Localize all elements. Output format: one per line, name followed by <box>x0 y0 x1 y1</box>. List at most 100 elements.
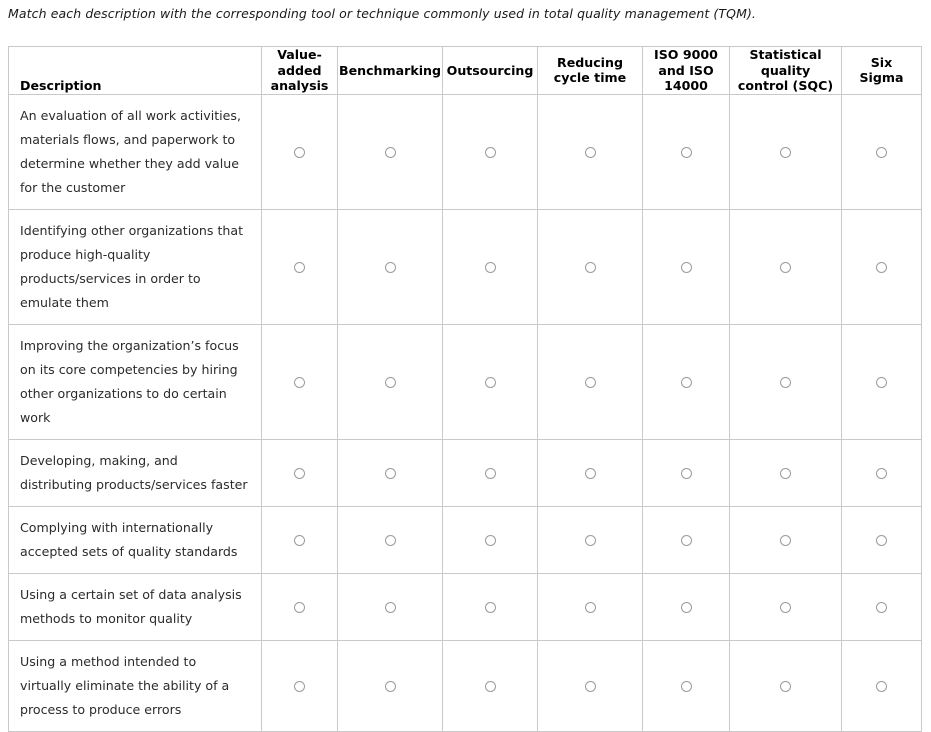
option-cell-benchmarking[interactable] <box>337 438 443 507</box>
option-cell-reducing-cycle-time[interactable] <box>537 572 643 641</box>
radio-button[interactable] <box>584 534 596 546</box>
option-cell-outsourcing[interactable] <box>442 323 538 440</box>
radio-button[interactable] <box>780 534 791 546</box>
radio-button[interactable] <box>294 534 305 546</box>
option-cell-benchmarking[interactable] <box>337 323 443 440</box>
option-cell-statistical-quality-control-sqc[interactable] <box>729 505 842 574</box>
radio-button[interactable] <box>484 376 496 388</box>
radio-button[interactable] <box>484 680 496 692</box>
radio-button[interactable] <box>294 376 305 388</box>
radio-button[interactable] <box>294 467 305 479</box>
header-line: Outsourcing <box>446 62 534 78</box>
radio-button[interactable] <box>484 261 496 273</box>
option-cell-outsourcing[interactable] <box>442 208 538 325</box>
radio-button[interactable] <box>876 146 887 158</box>
radio-button[interactable] <box>584 261 596 273</box>
radio-button[interactable] <box>876 467 887 479</box>
radio-button[interactable] <box>876 376 887 388</box>
radio-button[interactable] <box>584 601 596 613</box>
option-cell-iso-9000-and-iso-14000[interactable] <box>642 438 730 507</box>
radio-button[interactable] <box>294 601 305 613</box>
option-cell-benchmarking[interactable] <box>337 93 443 210</box>
option-cell-reducing-cycle-time[interactable] <box>537 505 643 574</box>
radio-button[interactable] <box>384 534 396 546</box>
radio-button[interactable] <box>680 261 692 273</box>
option-cell-six-sigma[interactable] <box>841 505 922 574</box>
option-cell-iso-9000-and-iso-14000[interactable] <box>642 93 730 210</box>
option-cell-statistical-quality-control-sqc[interactable] <box>729 208 842 325</box>
option-cell-outsourcing[interactable] <box>442 639 538 732</box>
radio-button[interactable] <box>384 680 396 692</box>
option-cell-iso-9000-and-iso-14000[interactable] <box>642 639 730 732</box>
option-cell-statistical-quality-control-sqc[interactable] <box>729 93 842 210</box>
radio-button[interactable] <box>294 680 305 692</box>
option-cell-six-sigma[interactable] <box>841 639 922 732</box>
radio-button[interactable] <box>484 146 496 158</box>
option-cell-value-added-analysis[interactable] <box>261 505 338 574</box>
option-cell-six-sigma[interactable] <box>841 93 922 210</box>
option-cell-benchmarking[interactable] <box>337 208 443 325</box>
radio-button[interactable] <box>384 261 396 273</box>
radio-button[interactable] <box>680 376 692 388</box>
option-cell-reducing-cycle-time[interactable] <box>537 639 643 732</box>
option-cell-six-sigma[interactable] <box>841 323 922 440</box>
radio-button[interactable] <box>384 376 396 388</box>
option-cell-value-added-analysis[interactable] <box>261 323 338 440</box>
radio-button[interactable] <box>876 534 887 546</box>
option-cell-value-added-analysis[interactable] <box>261 572 338 641</box>
option-cell-benchmarking[interactable] <box>337 639 443 732</box>
option-cell-six-sigma[interactable] <box>841 438 922 507</box>
radio-button[interactable] <box>780 467 791 479</box>
option-cell-reducing-cycle-time[interactable] <box>537 208 643 325</box>
option-cell-iso-9000-and-iso-14000[interactable] <box>642 323 730 440</box>
radio-button[interactable] <box>780 146 791 158</box>
radio-button[interactable] <box>484 467 496 479</box>
radio-button[interactable] <box>584 680 596 692</box>
option-cell-outsourcing[interactable] <box>442 505 538 574</box>
option-cell-reducing-cycle-time[interactable] <box>537 93 643 210</box>
radio-button[interactable] <box>876 261 887 273</box>
radio-button[interactable] <box>680 146 692 158</box>
radio-button[interactable] <box>780 376 791 388</box>
radio-button[interactable] <box>680 467 692 479</box>
option-cell-value-added-analysis[interactable] <box>261 208 338 325</box>
radio-button[interactable] <box>780 680 791 692</box>
option-cell-reducing-cycle-time[interactable] <box>537 323 643 440</box>
option-cell-reducing-cycle-time[interactable] <box>537 438 643 507</box>
option-cell-statistical-quality-control-sqc[interactable] <box>729 572 842 641</box>
option-cell-iso-9000-and-iso-14000[interactable] <box>642 572 730 641</box>
radio-button[interactable] <box>384 467 396 479</box>
radio-button[interactable] <box>584 376 596 388</box>
radio-button[interactable] <box>680 680 692 692</box>
radio-button[interactable] <box>584 467 596 479</box>
radio-button[interactable] <box>294 146 305 158</box>
radio-button[interactable] <box>876 601 887 613</box>
radio-button[interactable] <box>780 261 791 273</box>
radio-button[interactable] <box>680 601 692 613</box>
radio-button[interactable] <box>780 601 791 613</box>
option-cell-six-sigma[interactable] <box>841 572 922 641</box>
option-cell-benchmarking[interactable] <box>337 505 443 574</box>
option-cell-value-added-analysis[interactable] <box>261 639 338 732</box>
option-cell-statistical-quality-control-sqc[interactable] <box>729 323 842 440</box>
option-cell-statistical-quality-control-sqc[interactable] <box>729 438 842 507</box>
option-cell-six-sigma[interactable] <box>841 208 922 325</box>
radio-button[interactable] <box>584 146 596 158</box>
option-cell-outsourcing[interactable] <box>442 572 538 641</box>
option-cell-benchmarking[interactable] <box>337 572 443 641</box>
option-cell-iso-9000-and-iso-14000[interactable] <box>642 505 730 574</box>
option-cell-iso-9000-and-iso-14000[interactable] <box>642 208 730 325</box>
option-cell-outsourcing[interactable] <box>442 438 538 507</box>
option-cell-value-added-analysis[interactable] <box>261 438 338 507</box>
radio-button[interactable] <box>484 534 496 546</box>
option-cell-outsourcing[interactable] <box>442 93 538 210</box>
radio-button[interactable] <box>876 680 887 692</box>
column-header-statistical-quality-control-sqc: Statistical quality control (SQC) <box>729 46 842 95</box>
option-cell-statistical-quality-control-sqc[interactable] <box>729 639 842 732</box>
radio-button[interactable] <box>294 261 305 273</box>
radio-button[interactable] <box>680 534 692 546</box>
radio-button[interactable] <box>384 146 396 158</box>
option-cell-value-added-analysis[interactable] <box>261 93 338 210</box>
radio-button[interactable] <box>384 601 396 613</box>
radio-button[interactable] <box>484 601 496 613</box>
